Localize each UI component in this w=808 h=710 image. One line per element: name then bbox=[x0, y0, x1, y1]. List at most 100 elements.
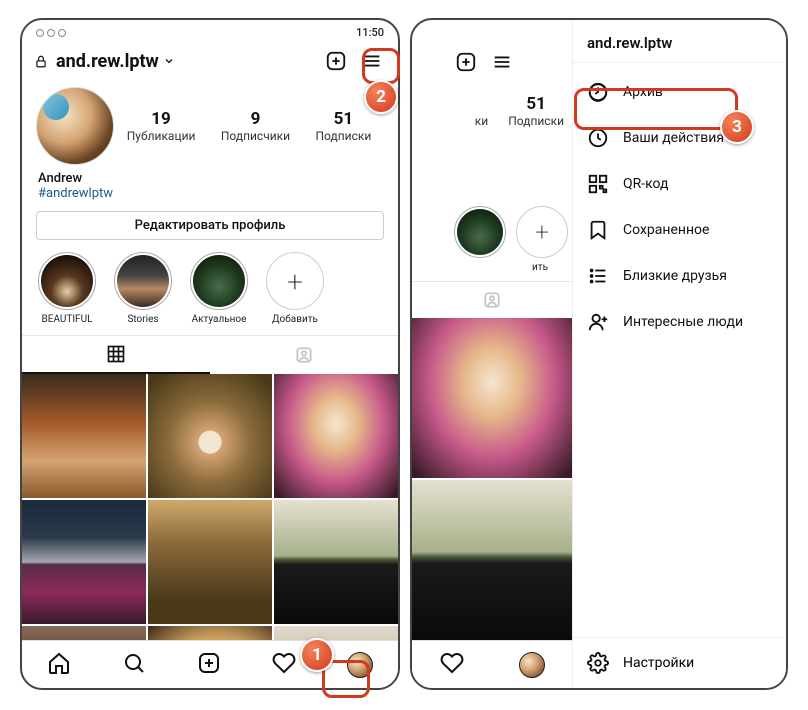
plus-square-icon bbox=[325, 50, 347, 72]
bio-name: Andrew bbox=[38, 171, 382, 186]
menu-icon bbox=[491, 51, 513, 73]
profile-avatar[interactable] bbox=[36, 87, 114, 165]
stats-row: 19 Публикации 9 Подписчики 51 Подписки bbox=[114, 109, 384, 143]
badge-3: 3 bbox=[720, 110, 754, 144]
create-button[interactable] bbox=[322, 47, 350, 75]
plus-icon: + bbox=[266, 252, 324, 310]
highlight-label: BEAUTIFUL bbox=[36, 314, 98, 325]
gear-icon bbox=[587, 652, 609, 674]
bio-hashtag[interactable]: #andrewlptw bbox=[38, 186, 382, 201]
highlight-add-partial[interactable]: + ить bbox=[516, 206, 564, 273]
plus-square-icon bbox=[455, 51, 477, 73]
menu-close-friends[interactable]: Близкие друзья bbox=[573, 253, 786, 299]
nav-profile[interactable] bbox=[347, 652, 373, 678]
stat-followers[interactable]: 9 Подписчики bbox=[221, 109, 290, 143]
tab-tagged[interactable] bbox=[412, 282, 572, 318]
profile-tabs bbox=[22, 335, 398, 374]
grid-icon bbox=[106, 344, 126, 364]
menu-qr[interactable]: QR-код bbox=[573, 161, 786, 207]
bottom-nav bbox=[22, 640, 398, 688]
post-thumb[interactable] bbox=[22, 500, 146, 624]
post-thumb[interactable] bbox=[274, 374, 398, 498]
background-profile: ки 51 Подписки + ить bbox=[412, 20, 572, 688]
highlight-label: Stories bbox=[112, 314, 174, 325]
bookmark-icon bbox=[587, 219, 609, 241]
activity-icon bbox=[587, 127, 609, 149]
nav-activity[interactable] bbox=[272, 651, 296, 679]
stat-posts[interactable]: 19 Публикации bbox=[127, 109, 196, 143]
menu-label: Настройки bbox=[623, 655, 694, 671]
stat-following[interactable]: 51 Подписки bbox=[316, 109, 372, 143]
highlight-beautiful[interactable]: BEAUTIFUL bbox=[36, 252, 98, 325]
list-icon bbox=[587, 265, 609, 287]
stat-num: 51 bbox=[508, 94, 564, 114]
menu-username: and.rew.lptw bbox=[573, 20, 786, 63]
post-thumb[interactable] bbox=[274, 500, 398, 624]
menu-saved[interactable]: Сохраненное bbox=[573, 207, 786, 253]
nav-profile[interactable] bbox=[519, 652, 545, 678]
post-thumb[interactable] bbox=[22, 374, 146, 498]
hamburger-button[interactable] bbox=[358, 47, 386, 75]
stat-posts-label: Публикации bbox=[127, 129, 196, 143]
home-icon bbox=[47, 651, 71, 675]
tagged-icon bbox=[294, 345, 314, 365]
create-button[interactable] bbox=[452, 48, 480, 76]
qr-icon bbox=[587, 173, 609, 195]
stat-posts-num: 19 bbox=[127, 109, 196, 129]
status-dots bbox=[36, 29, 66, 37]
menu-label: Ваши действия bbox=[623, 130, 724, 146]
profile-header: and.rew.lptw bbox=[22, 41, 398, 83]
menu-archive[interactable]: Архив bbox=[573, 69, 786, 115]
stat-following-num: 51 bbox=[316, 109, 372, 129]
stat-followers-num: 9 bbox=[221, 109, 290, 129]
nav-activity[interactable] bbox=[440, 651, 464, 679]
stat-following[interactable]: 51 Подписки bbox=[508, 94, 564, 128]
status-bar: 11:50 bbox=[22, 20, 398, 41]
post-thumb[interactable] bbox=[412, 318, 572, 478]
status-time: 11:50 bbox=[356, 26, 384, 39]
highlight-actual[interactable]: Актуальное bbox=[188, 252, 250, 325]
lock-icon bbox=[34, 54, 48, 69]
post-thumb[interactable] bbox=[148, 374, 272, 498]
heart-icon bbox=[272, 651, 296, 675]
menu-label: QR-код bbox=[623, 176, 669, 192]
tab-grid[interactable] bbox=[22, 336, 210, 374]
stat-followers-partial: ки bbox=[475, 94, 488, 128]
avatar-icon bbox=[347, 652, 373, 678]
heart-icon bbox=[440, 651, 464, 675]
nav-create[interactable] bbox=[197, 651, 221, 679]
phone-left: 11:50 and.rew.lptw 19 Публикации 9 Подпи… bbox=[20, 18, 400, 690]
nav-search[interactable] bbox=[122, 651, 146, 679]
side-menu: and.rew.lptw Архив Ваши действия QR-код … bbox=[572, 20, 786, 688]
highlight-label: Актуальное bbox=[188, 314, 250, 325]
hamburger-button[interactable] bbox=[488, 48, 516, 76]
menu-activity[interactable]: Ваши действия bbox=[573, 115, 786, 161]
tab-tagged[interactable] bbox=[210, 336, 398, 374]
nav-home[interactable] bbox=[47, 651, 71, 679]
highlight-stories[interactable]: Stories bbox=[112, 252, 174, 325]
menu-settings[interactable]: Настройки bbox=[573, 637, 786, 688]
profile-summary: 19 Публикации 9 Подписчики 51 Подписки bbox=[22, 83, 398, 169]
username-dropdown[interactable]: and.rew.lptw bbox=[56, 51, 175, 72]
stat-following-label: Подписки bbox=[316, 129, 372, 143]
post-thumb[interactable] bbox=[148, 500, 272, 624]
chevron-down-icon bbox=[163, 55, 175, 67]
highlight-add[interactable]: + Добавить bbox=[264, 252, 326, 325]
badge-1: 1 bbox=[300, 638, 334, 672]
plus-square-icon bbox=[197, 651, 221, 675]
stat-label: Подписки bbox=[508, 114, 564, 128]
edit-profile-button[interactable]: Редактировать профиль bbox=[36, 211, 384, 240]
menu-discover[interactable]: Интересные люди bbox=[573, 299, 786, 345]
post-thumb[interactable] bbox=[412, 480, 572, 640]
archive-icon bbox=[587, 81, 609, 103]
highlight-partial[interactable] bbox=[454, 206, 502, 273]
stat-followers-label: Подписчики bbox=[221, 129, 290, 143]
avatar-icon bbox=[519, 652, 545, 678]
bio: Andrew #andrewlptw bbox=[22, 169, 398, 211]
menu-icon bbox=[361, 50, 383, 72]
tagged-icon bbox=[482, 290, 502, 310]
menu-label: Интересные люди bbox=[623, 314, 743, 330]
highlight-label: Добавить bbox=[264, 314, 326, 325]
menu-label: Архив bbox=[623, 84, 663, 100]
username-text: and.rew.lptw bbox=[56, 51, 159, 72]
